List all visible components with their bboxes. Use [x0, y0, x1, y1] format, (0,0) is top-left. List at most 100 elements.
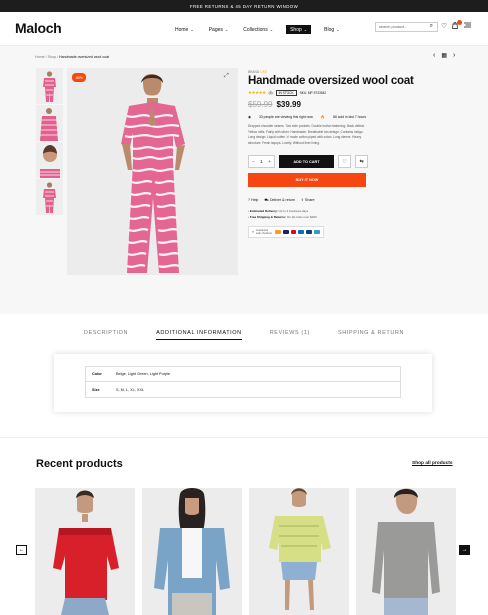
table-row: Size S, M, L, XL, XXL: [86, 382, 400, 397]
brand-row: BRAND LIKE: [248, 70, 368, 74]
product-card-image[interactable]: [142, 488, 242, 615]
sale-badge: -50%: [72, 73, 86, 82]
product-links: ? Help ⛟ Deliver & return ⇪ Share: [248, 198, 368, 203]
prev-product-icon[interactable]: ‹: [433, 52, 435, 59]
brand-name[interactable]: LIKE: [260, 70, 267, 74]
payment-card-icon: [298, 230, 305, 234]
grid-icon[interactable]: ▦: [441, 52, 447, 59]
buy-now-button[interactable]: BUY IT NOW: [248, 173, 366, 187]
tab-reviews[interactable]: REVIEWS (1): [270, 330, 310, 340]
product-description: Dropped shoulder seams. Two side pockets…: [248, 124, 365, 145]
delivery-return-link[interactable]: ⛟ Deliver & return: [264, 198, 295, 203]
rating-row: ★★★★★ (5) IN STOCK SKU: MP-9733542: [248, 90, 368, 96]
announcement-bar: FREE RETURNS & 45 DAY RETURN WINDOW: [0, 0, 488, 12]
search-icon[interactable]: ⌕: [430, 23, 433, 30]
buy-row: −1 + ADD TO CART ♡ ⇆: [248, 155, 368, 168]
thumbnail-image[interactable]: [36, 105, 63, 141]
sold-text: 86 sold in last 7 hours: [333, 115, 367, 119]
delivery-value: Up to 4 business days: [278, 209, 309, 213]
shield-icon: ⛨: [252, 230, 254, 234]
nav-pages[interactable]: Pages ⌄: [207, 25, 231, 34]
recent-products-title: Recent products: [36, 458, 123, 470]
chevron-down-icon: ⌄: [224, 27, 229, 32]
help-link[interactable]: ? Help: [248, 198, 258, 203]
carousel-prev-arrow-icon[interactable]: ←: [16, 545, 27, 555]
add-to-cart-button[interactable]: ADD TO CART: [278, 155, 335, 168]
quantity-value[interactable]: 1: [260, 159, 263, 164]
thumbnail-image[interactable]: [36, 179, 63, 215]
stock-badge: IN STOCK: [275, 90, 297, 96]
payment-card-icon: [314, 230, 320, 234]
product-card-image[interactable]: [356, 488, 456, 615]
chevron-down-icon: ⌄: [336, 27, 340, 32]
eye-icon: ◉: [248, 115, 251, 119]
nav-home[interactable]: Home ⌄: [173, 25, 196, 34]
shop-all-link[interactable]: Shop all products: [412, 461, 453, 466]
tab-shipping-return[interactable]: SHIPPING & RETURN: [338, 330, 404, 340]
product-card-image[interactable]: [35, 488, 135, 615]
payment-badges: ⛨ Guarantee safe checkout: [248, 226, 324, 238]
payment-label: Guarantee safe checkout: [255, 229, 272, 235]
search-input[interactable]: search product... ⌕: [375, 22, 438, 32]
additional-info-table: Color Beige, Light Green, Light Purple Si…: [85, 366, 401, 398]
fire-icon: 🔥: [320, 115, 326, 119]
nav-label: Shop: [290, 26, 302, 33]
review-count[interactable]: (5): [269, 91, 273, 95]
sku: SKU: MP-9733542: [299, 91, 327, 95]
nav-shop[interactable]: Shop ⌄: [286, 25, 312, 34]
product-card-image[interactable]: [249, 488, 349, 615]
product-pagination: ‹ ▦ ›: [433, 52, 455, 59]
brand-label: BRAND: [248, 70, 260, 74]
payment-card-icon: [290, 230, 297, 234]
nav-blog[interactable]: Blog ⌄: [322, 25, 341, 34]
viewing-text: 33 people are viewing this right now: [258, 115, 313, 119]
nav-label: Collections: [243, 26, 268, 33]
nav-collections[interactable]: Collections ⌄: [241, 25, 275, 34]
search-placeholder: search product...: [379, 25, 408, 29]
breadcrumb-current: Handmade oversized wool coat: [58, 55, 110, 59]
carousel-next-arrow-icon[interactable]: →: [459, 545, 470, 555]
delivery-label: Deliver & return: [269, 198, 295, 202]
thumbnail-image[interactable]: [36, 68, 63, 104]
share-link[interactable]: ⇪ Share: [301, 198, 315, 203]
expand-icon[interactable]: ⤢: [224, 73, 229, 80]
product-main-image[interactable]: [67, 68, 238, 275]
product-info: BRAND LIKE Handmade oversized wool coat …: [248, 70, 414, 238]
table-header-cell: Size: [92, 387, 100, 392]
tab-additional-information[interactable]: ADDITIONAL INFORMATION: [156, 330, 242, 340]
nav-label: Blog: [324, 26, 335, 33]
old-price: $59.99: [248, 100, 273, 109]
minus-icon[interactable]: −: [252, 159, 255, 164]
cart-count-badge: [457, 20, 462, 25]
recent-products-carousel: [35, 488, 456, 615]
chevron-down-icon: ⌄: [190, 27, 194, 32]
payment-card-icon: [274, 230, 281, 234]
compare-icon[interactable]: ⇆: [355, 155, 368, 168]
star-rating-icon: ★★★★★: [248, 90, 266, 95]
breadcrumb-path[interactable]: Home / Shop /: [35, 55, 58, 59]
section-divider: [0, 437, 488, 438]
wishlist-heart-icon[interactable]: ♡: [338, 155, 352, 168]
logo[interactable]: Maloch: [15, 20, 62, 36]
tab-description[interactable]: DESCRIPTION: [84, 330, 128, 340]
menu-icon[interactable]: [464, 22, 471, 30]
delivery-value: On all order over $200: [286, 214, 317, 219]
chevron-down-icon: ⌄: [303, 27, 308, 32]
thumbnail-image[interactable]: [36, 142, 63, 178]
table-row: Color Beige, Light Green, Light Purple: [86, 367, 400, 382]
delivery-label: Free Shipping & Returns:: [249, 214, 287, 219]
plus-icon[interactable]: +: [268, 159, 271, 164]
main-nav: Home ⌄ Pages ⌄ Collections ⌄ Shop ⌄ Blog ⌄: [173, 25, 342, 34]
table-header-cell: Color: [92, 372, 102, 376]
breadcrumb: Home / Shop / Handmade oversized wool co…: [35, 55, 109, 59]
thumbnail-list: [36, 68, 63, 216]
price-row: $59.99 $39.99: [248, 100, 368, 109]
product-title: Handmade oversized wool coat: [248, 75, 414, 87]
delivery-line: • Free Shipping & Returns: On all order …: [248, 214, 317, 219]
nav-label: Home: [175, 26, 189, 33]
share-label: Share: [304, 198, 315, 202]
delivery-label: Estimated Delivery:: [249, 209, 278, 213]
heart-icon[interactable]: ♡: [441, 22, 447, 30]
quantity-stepper[interactable]: −1 +: [248, 155, 275, 168]
next-product-icon[interactable]: ›: [453, 52, 455, 59]
